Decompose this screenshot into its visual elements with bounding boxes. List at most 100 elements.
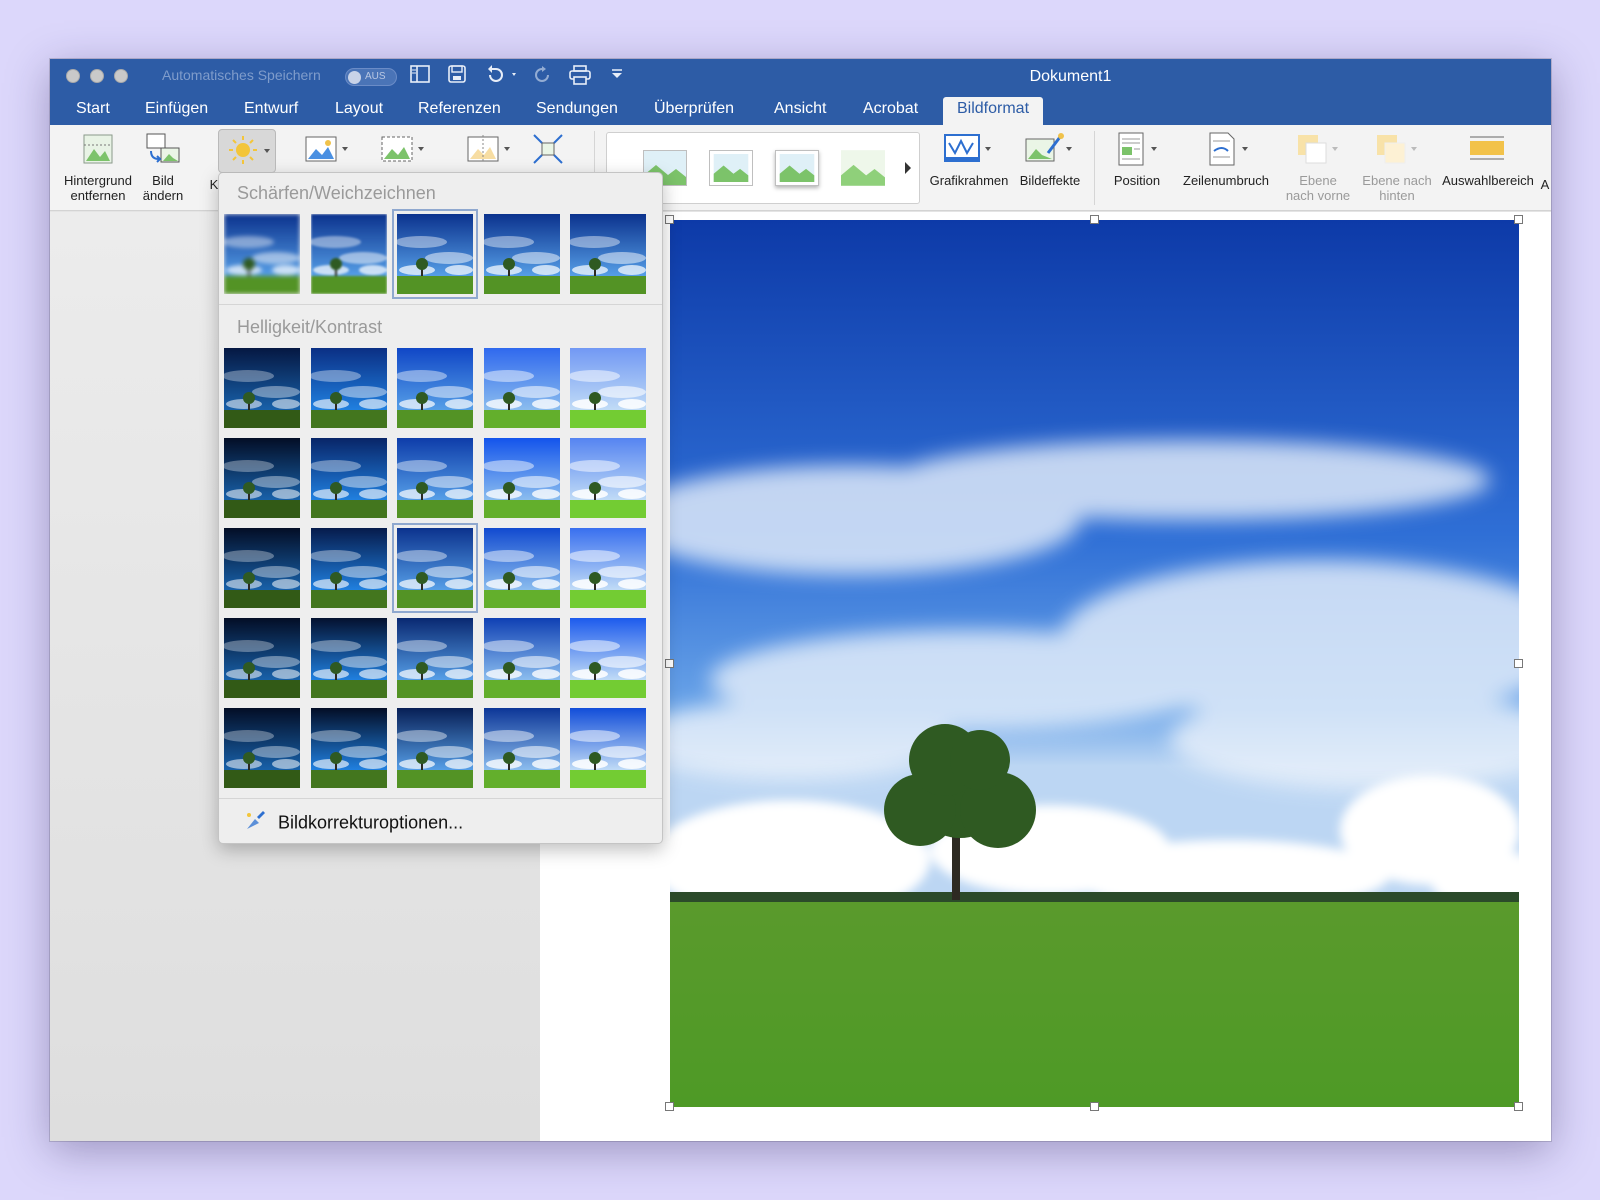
bring-forward-icon [1292, 131, 1344, 167]
brightness-contrast-preset-thumbnail[interactable] [311, 528, 387, 608]
brightness-contrast-preset-thumbnail[interactable] [397, 348, 473, 428]
tab-start[interactable]: Start [62, 97, 124, 125]
resize-handle-top-right[interactable] [1514, 215, 1523, 224]
wrap-text-button[interactable]: Zeilenumbruch [1176, 131, 1276, 188]
brightness-contrast-preset-thumbnail[interactable] [484, 618, 560, 698]
brightness-contrast-preset-thumbnail[interactable] [224, 618, 300, 698]
compress-pictures-button[interactable] [528, 131, 568, 173]
brightness-contrast-preset-thumbnail[interactable] [311, 618, 387, 698]
sharpen-preset-thumbnail[interactable] [311, 214, 387, 294]
position-label: Position [1113, 173, 1161, 188]
gallery-more-icon[interactable] [903, 161, 913, 180]
bring-forward-button[interactable]: Ebene nach vorne [1280, 131, 1356, 203]
brightness-contrast-preset-thumbnail[interactable] [484, 708, 560, 788]
picture-frame-button[interactable]: Grafikrahmen [927, 131, 1011, 188]
resize-handle-right[interactable] [1514, 659, 1523, 668]
color-icon [302, 131, 348, 167]
remove-background-button[interactable]: Hintergrund entfernen [56, 131, 140, 203]
brightness-contrast-preset-thumbnail[interactable] [224, 438, 300, 518]
word-window: Automatisches Speichern AUS Dokument1 St… [50, 59, 1551, 1141]
brightness-contrast-preset-thumbnail[interactable] [570, 528, 646, 608]
change-picture-label-2: ändern [142, 188, 184, 203]
sharpen-preset-thumbnail[interactable] [570, 214, 646, 294]
picture-effects-label: Bildeffekte [1019, 173, 1081, 188]
send-backward-label-1: Ebene nach [1362, 173, 1432, 188]
color-button[interactable] [292, 131, 348, 173]
tab-einfuegen[interactable]: Einfügen [131, 97, 222, 125]
brightness-contrast-preset-thumbnail[interactable] [311, 438, 387, 518]
brightness-contrast-preset-thumbnail[interactable] [397, 708, 473, 788]
brightness-contrast-preset-thumbnail[interactable] [484, 438, 560, 518]
picture-effects-button[interactable]: Bildeffekte [1012, 131, 1088, 188]
picture-style-4[interactable] [841, 150, 885, 186]
tab-entwurf[interactable]: Entwurf [230, 97, 312, 125]
selection-pane-button[interactable]: Auswahlbereich [1436, 131, 1540, 188]
brightness-contrast-preset-thumbnail[interactable] [311, 348, 387, 428]
sharpen-preset-thumbnail[interactable] [224, 214, 300, 294]
brightness-contrast-preset-thumbnail[interactable] [397, 438, 473, 518]
brightness-contrast-preset-thumbnail[interactable] [311, 708, 387, 788]
sharpen-preset-thumbnail[interactable] [484, 214, 560, 294]
change-picture-button[interactable]: Bild ändern [140, 131, 186, 203]
brightness-contrast-preset-thumbnail[interactable] [484, 348, 560, 428]
picture-corrections-options-link[interactable]: Bildkorrekturoptionen... [243, 809, 463, 838]
picture-frame-icon [943, 131, 995, 167]
tab-ansicht[interactable]: Ansicht [760, 97, 840, 125]
wrap-text-icon [1200, 131, 1252, 167]
position-icon [1111, 131, 1163, 167]
tab-bildformat[interactable]: Bildformat [943, 97, 1044, 125]
send-backward-icon [1371, 131, 1423, 167]
wrap-text-label: Zeilenumbruch [1183, 173, 1269, 188]
bring-forward-label-1: Ebene [1299, 173, 1337, 188]
transparency-button[interactable] [454, 131, 510, 173]
resize-handle-bottom-left[interactable] [665, 1102, 674, 1111]
brightness-contrast-preset-thumbnail[interactable] [484, 528, 560, 608]
section-title-brightness: Helligkeit/Kontrast [237, 317, 383, 337]
picture-style-3[interactable] [775, 150, 819, 186]
resize-handle-bottom-right[interactable] [1514, 1102, 1523, 1111]
brightness-contrast-preset-thumbnail[interactable] [570, 708, 646, 788]
position-button[interactable]: Position [1102, 131, 1172, 188]
title-bar: Automatisches Speichern AUS Dokument1 St… [50, 59, 1551, 125]
brightness-contrast-preset-thumbnail[interactable] [570, 348, 646, 428]
resize-handle-left[interactable] [665, 659, 674, 668]
brightness-contrast-preset-thumbnail[interactable] [570, 438, 646, 518]
tab-layout[interactable]: Layout [321, 97, 397, 125]
send-backward-button[interactable]: Ebene nach hinten [1356, 131, 1438, 203]
change-picture-label-1: Bild [152, 173, 174, 188]
picture-frame-label: Grafikrahmen [929, 173, 1009, 188]
picture-effects-icon [1024, 131, 1076, 167]
brush-icon [243, 809, 267, 838]
tab-ueberpruefen[interactable]: Überprüfen [640, 97, 748, 125]
resize-handle-top[interactable] [1090, 215, 1099, 224]
brightness-contrast-preset-thumbnail[interactable] [224, 708, 300, 788]
dropdown-divider [219, 304, 662, 305]
picture-style-2[interactable] [709, 150, 753, 186]
sharpen-preset-thumbnail[interactable] [392, 209, 478, 299]
brightness-contrast-preset-thumbnail[interactable] [397, 618, 473, 698]
resize-handle-top-left[interactable] [665, 215, 674, 224]
tab-acrobat[interactable]: Acrobat [849, 97, 932, 125]
selected-picture[interactable] [670, 220, 1519, 1107]
ribbon-separator [1094, 131, 1095, 205]
tab-referenzen[interactable]: Referenzen [404, 97, 515, 125]
overflow-partial-label: A [1540, 177, 1550, 192]
brightness-contrast-preset-thumbnail[interactable] [224, 528, 300, 608]
corrections-button[interactable] [218, 129, 276, 173]
selection-pane-icon [1468, 131, 1508, 167]
dropdown-divider [219, 798, 662, 799]
resize-handle-bottom[interactable] [1090, 1102, 1099, 1111]
send-backward-label-2: hinten [1379, 188, 1415, 203]
remove-background-icon [80, 131, 116, 167]
selection-pane-label: Auswahlbereich [1442, 173, 1534, 188]
bring-forward-label-2: nach vorne [1285, 188, 1351, 203]
artistic-effects-button[interactable] [368, 131, 424, 173]
remove-background-label-1: Hintergrund [64, 173, 132, 188]
tab-sendungen[interactable]: Sendungen [522, 97, 632, 125]
picture-corrections-options-label: Bildkorrekturoptionen... [278, 812, 464, 833]
brightness-contrast-preset-thumbnail[interactable] [224, 348, 300, 428]
artistic-effects-icon [378, 131, 424, 167]
brightness-contrast-preset-thumbnail[interactable] [570, 618, 646, 698]
brightness-contrast-preset-thumbnail[interactable] [392, 523, 478, 613]
section-title-sharpen: Schärfen/Weichzeichnen [237, 183, 436, 203]
